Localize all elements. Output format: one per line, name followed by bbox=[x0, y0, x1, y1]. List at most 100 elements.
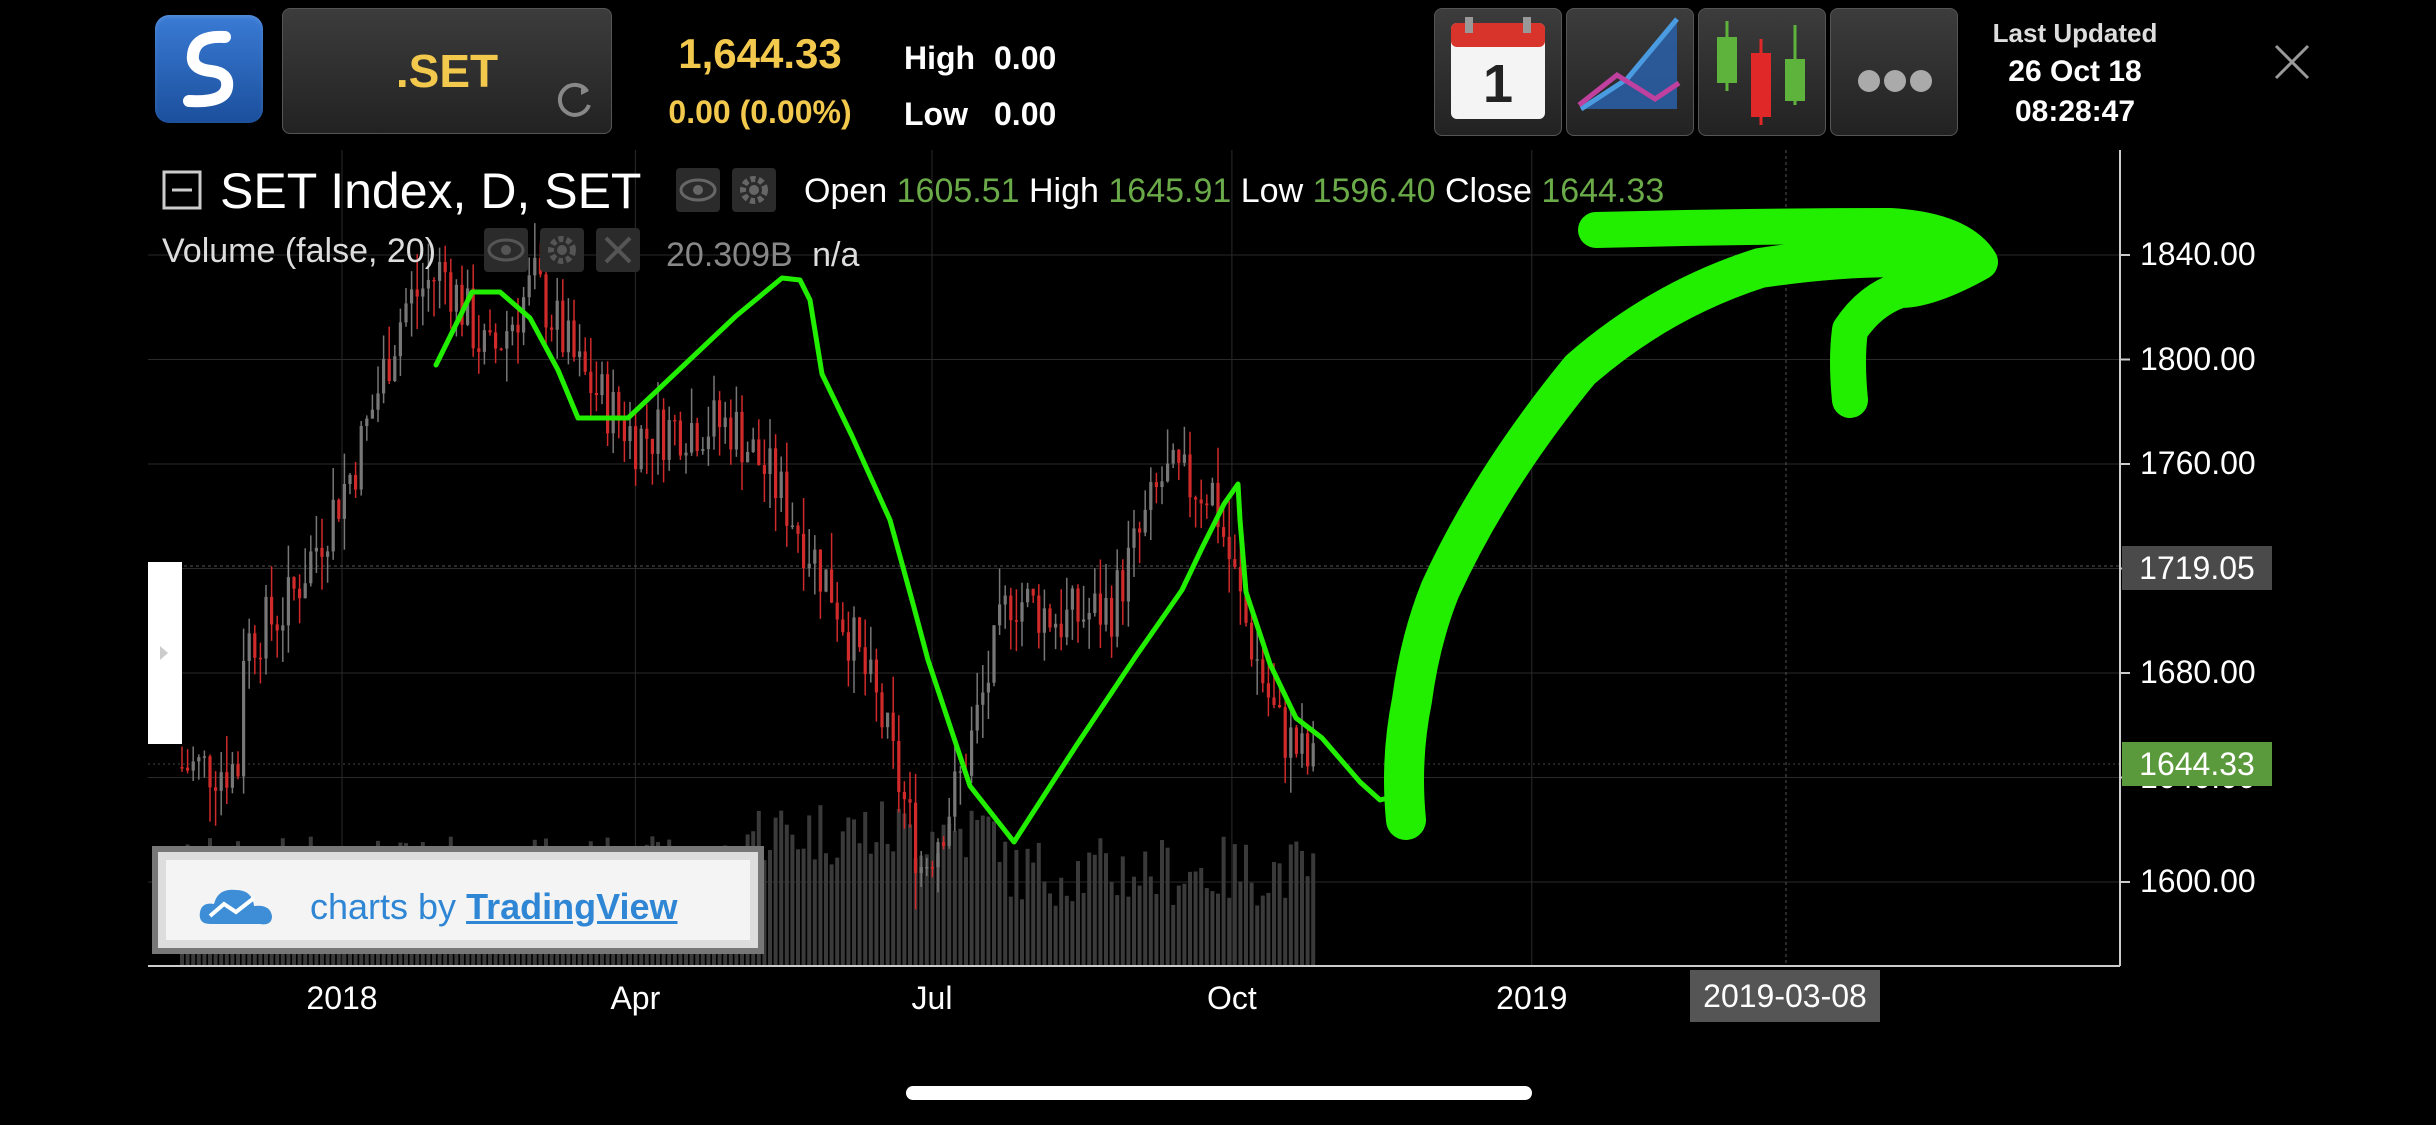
volume-bar bbox=[1277, 863, 1282, 966]
volume-bar bbox=[1025, 848, 1030, 966]
candle-body bbox=[298, 588, 302, 599]
series-settings-button[interactable] bbox=[732, 168, 776, 212]
volume-bar bbox=[1266, 892, 1271, 966]
candle-body bbox=[253, 633, 257, 658]
candle-body bbox=[880, 692, 884, 728]
candle-body bbox=[214, 787, 218, 791]
candle-body bbox=[622, 420, 626, 442]
volume-bar bbox=[1294, 841, 1299, 966]
candle-body bbox=[1182, 454, 1186, 463]
candle-body bbox=[303, 583, 307, 599]
volume-remove-button[interactable] bbox=[596, 228, 640, 272]
candle-body bbox=[768, 448, 772, 474]
candle-body bbox=[180, 767, 184, 769]
candle-body bbox=[1233, 559, 1237, 567]
volume-settings-button[interactable] bbox=[540, 228, 584, 272]
time-tick-label: 2019 bbox=[1496, 980, 1568, 1016]
candle-body bbox=[1082, 619, 1086, 622]
volume-na: n/a bbox=[812, 236, 860, 274]
volume-bar bbox=[1221, 836, 1226, 966]
volume-bar bbox=[952, 830, 957, 966]
collapse-legend-icon[interactable] bbox=[162, 170, 202, 210]
volume-bar bbox=[773, 817, 778, 966]
candle-body bbox=[314, 547, 318, 552]
volume-bar bbox=[1300, 850, 1304, 966]
candle-body bbox=[1294, 727, 1298, 754]
candle-body bbox=[757, 439, 761, 466]
candle-body bbox=[611, 392, 615, 434]
candle-body bbox=[454, 284, 458, 312]
candle-body bbox=[734, 411, 738, 450]
candle-body bbox=[600, 374, 604, 396]
volume-bar bbox=[1249, 882, 1254, 966]
left-panel-handle[interactable] bbox=[148, 562, 182, 744]
volume-bar bbox=[964, 857, 968, 966]
candle-body bbox=[998, 604, 1002, 626]
volume-bar bbox=[1115, 895, 1120, 966]
candle-body bbox=[1031, 588, 1035, 596]
volume-bar bbox=[1031, 862, 1036, 966]
candle-body bbox=[1300, 733, 1304, 754]
candle-body bbox=[527, 275, 531, 298]
crosshair-date-label: 2019-03-08 bbox=[1690, 970, 1880, 1022]
candle-body bbox=[790, 525, 794, 527]
candle-body bbox=[919, 867, 923, 874]
volume-visibility-button[interactable] bbox=[484, 228, 528, 272]
candle-body bbox=[785, 471, 789, 526]
tradingview-link[interactable]: TradingView bbox=[466, 886, 677, 927]
candle-body bbox=[1177, 449, 1181, 463]
volume-bar bbox=[1076, 861, 1080, 966]
candle-body bbox=[589, 371, 593, 394]
candle-body bbox=[387, 358, 391, 381]
high-value-ohlc: 1645.91 bbox=[1108, 172, 1232, 210]
candle-body bbox=[365, 418, 369, 427]
candle-body bbox=[1132, 528, 1136, 548]
volume-bar bbox=[835, 857, 840, 966]
candle-body bbox=[398, 322, 402, 357]
candle-body bbox=[404, 303, 408, 323]
candle-body bbox=[242, 660, 246, 777]
candle-body bbox=[572, 320, 576, 358]
candle-body bbox=[1087, 612, 1091, 620]
candle-body bbox=[1311, 743, 1315, 767]
candle-body bbox=[488, 330, 492, 333]
candle-body bbox=[421, 288, 425, 297]
volume-bar bbox=[885, 843, 890, 966]
candle-body bbox=[774, 448, 778, 498]
volume-bar bbox=[1272, 862, 1276, 966]
volume-bar bbox=[902, 813, 907, 966]
candle-body bbox=[718, 400, 722, 428]
volume-bar bbox=[1137, 885, 1142, 966]
volume-bar bbox=[824, 853, 828, 966]
candle-body bbox=[202, 756, 206, 758]
candle-body bbox=[594, 393, 598, 396]
candle-body bbox=[499, 348, 503, 351]
volume-bar bbox=[891, 851, 896, 966]
volume-bar bbox=[857, 843, 862, 966]
candle-body bbox=[634, 426, 638, 470]
candle-body bbox=[1093, 593, 1097, 613]
candle-body bbox=[1171, 449, 1175, 464]
candle-body bbox=[1166, 463, 1170, 482]
volume-bar bbox=[796, 849, 800, 966]
candle-body bbox=[914, 802, 918, 874]
volume-bar bbox=[807, 815, 812, 966]
series-visibility-button[interactable] bbox=[676, 168, 720, 212]
tradingview-badge-inner: charts by TradingView bbox=[166, 860, 750, 940]
candle-body bbox=[443, 261, 447, 273]
volume-bar bbox=[975, 819, 980, 966]
candle-body bbox=[802, 533, 806, 569]
candle-body bbox=[1104, 598, 1108, 625]
tradingview-badge[interactable]: charts by TradingView bbox=[152, 846, 764, 954]
candle-body bbox=[723, 417, 727, 428]
volume-bar bbox=[1188, 871, 1192, 966]
volume-bar bbox=[846, 817, 851, 966]
candle-body bbox=[779, 471, 783, 498]
trend-annotation bbox=[433, 208, 1998, 845]
candle-body bbox=[449, 272, 453, 312]
volume-bar bbox=[1003, 841, 1008, 966]
tradingview-cloud-icon bbox=[199, 889, 272, 925]
volume-readout: Volume (false, 20) bbox=[162, 232, 436, 271]
gear-icon bbox=[548, 236, 576, 264]
candle-body bbox=[1227, 536, 1231, 560]
